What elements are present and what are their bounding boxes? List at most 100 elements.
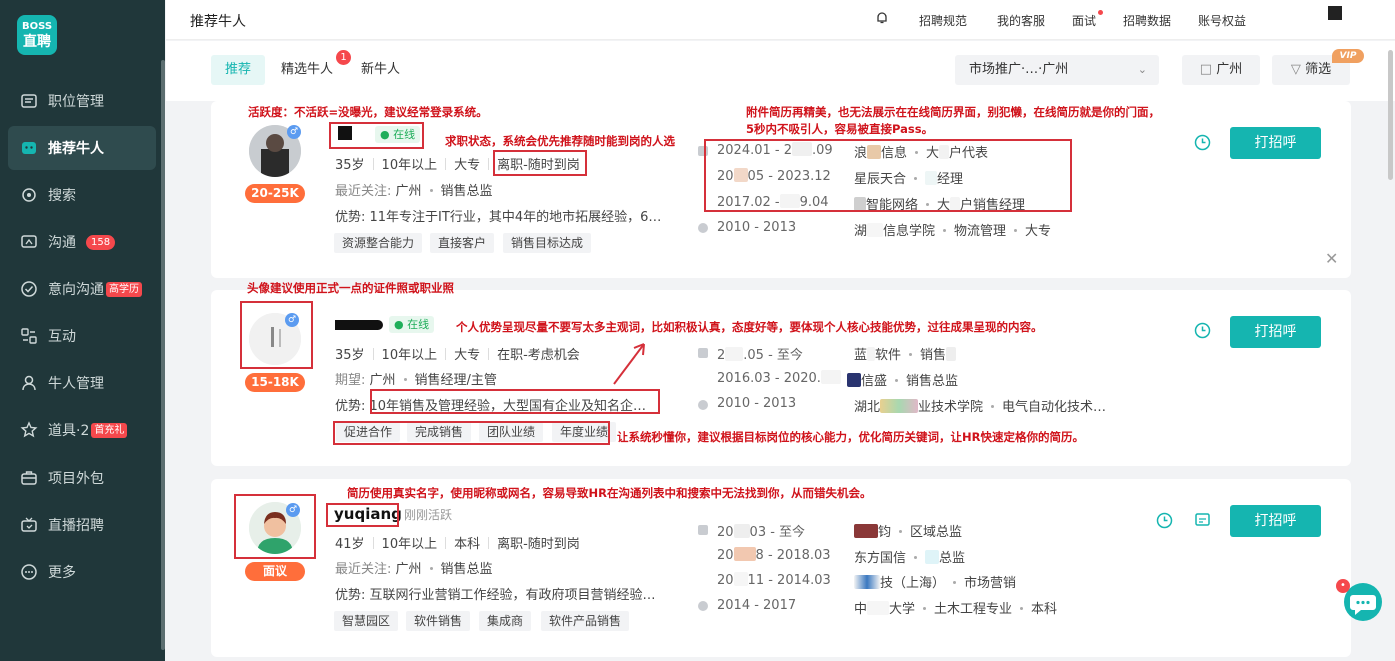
sidebar: BOSS 直聘 职位管理推荐牛人搜索 沟通 158 意向沟通 高学历 互动 牛人管理 道具·2… [0,0,165,661]
age: 35岁 [335,348,365,363]
work-years: 10年以上 [381,537,438,552]
sidebar-item-2[interactable]: 搜索 [8,173,156,217]
post-icon [20,92,38,110]
redacted [946,347,957,361]
salary-badge: 15-18K [245,373,305,392]
sidebar-item-3[interactable]: 沟通 158 [8,220,156,264]
annotation-box-state [493,150,587,176]
advantage: 优势: 互联网行业营销工作经验，有政府项目营销经验… [335,588,656,603]
sidebar-item-label: 推荐牛人 [48,141,104,157]
focus-info: 期望: 广州 销售经理/主管 [335,369,497,388]
city-button[interactable]: □ 广州 [1182,55,1260,85]
experience-row: 2016.03 - 2020. [717,370,841,386]
redacted [867,601,890,615]
boss-logo[interactable]: BOSS 直聘 [17,15,57,55]
clock-icon[interactable] [1156,512,1173,529]
tab-row: 推荐 精选牛人 1 新牛人 市场推广·…·广州 ⌄ □ 广州 ▽ 筛选 VIP [166,41,1395,101]
city-label: 广州 [1216,62,1243,77]
age: 41岁 [335,537,365,552]
sidebar-item-1[interactable]: 推荐牛人 [8,126,156,170]
skill-tag: 智慧园区 [334,611,399,631]
job-state: 离职-随时到岗 [497,537,580,552]
sidebar-item-6[interactable]: 牛人管理 [8,361,156,405]
account-avatar[interactable] [1328,6,1342,20]
focus-city: 广州 [395,184,422,199]
sidebar-item-label: 职位管理 [48,94,104,110]
candidate-name[interactable] [335,320,383,330]
greet-button[interactable]: 打招呼 [1230,127,1321,159]
job-select[interactable]: 市场推广·…·广州 ⌄ [955,55,1159,85]
sidebar-item-10[interactable]: 更多 [8,550,156,594]
skill-tag: 资源整合能力 [334,233,423,253]
sidebar-item-7[interactable]: 道具·2 首充礼 [8,408,156,452]
exp-role: 销售 [920,348,947,363]
exp-date-end: 8 - 2018.03 [755,548,831,563]
greet-button[interactable]: 打招呼 [1230,316,1321,348]
sidebar-scrollbar[interactable] [161,60,165,650]
exp-company-rest: 技（上海） [880,576,946,591]
briefcase-icon [698,525,708,535]
interview-notify-dot [1098,10,1103,15]
edu-school: 中 [854,602,868,617]
tab-selected-talent[interactable]: 精选牛人 [267,55,347,85]
filter-icon: ▽ [1290,62,1301,77]
link-my-service[interactable]: 我的客服 [997,12,1045,29]
link-recruit-rules[interactable]: 招聘规范 [919,12,967,29]
sidebar-item-8[interactable]: 项目外包 [8,456,156,500]
exp-date-end: .05 - 至今 [743,348,803,363]
interact-icon [20,327,38,345]
edu-school-rest: 大学 [889,602,916,617]
focus-job: 销售总监 [440,562,493,577]
education: 大专 [454,158,481,173]
clock-icon[interactable] [1194,322,1211,339]
link-interview[interactable]: 面试 [1072,12,1096,29]
salary-badge: 面议 [245,562,305,581]
top-bar: 推荐牛人 招聘规范 我的客服 面试 招聘数据 账号权益 [166,0,1395,40]
promo-tag: 首充礼 [91,422,128,438]
work-years: 10年以上 [381,348,438,363]
edu-degree: 本科 [1031,602,1058,617]
city-icon: □ [1199,62,1213,77]
education-icon [698,223,708,233]
advantage: 优势: 11年专注于IT行业，其中4年的地市拓展经验，6… [335,210,662,225]
exp-company: 东方国信 [854,551,907,566]
focus-label: 最近关注: [335,184,392,199]
vip-badge: VIP [1332,49,1364,63]
clock-icon[interactable] [1194,134,1211,151]
exp-company-rest: 软件 [875,348,902,363]
exp-company: 蓝 [854,348,868,363]
sidebar-item-0[interactable]: 职位管理 [8,79,156,123]
redacted [847,373,861,387]
tab-recommend[interactable]: 推荐 [211,55,266,85]
sidebar-item-label: 更多 [48,565,76,581]
close-icon[interactable]: ✕ [1325,249,1338,268]
active-status: 刚刚活跃 [404,508,453,522]
chat-float-button[interactable] [1344,583,1382,621]
annotation-box-name [326,503,399,527]
message-icon[interactable] [1194,512,1211,529]
greet-button[interactable]: 打招呼 [1230,505,1321,537]
exp-date-end: 11 - 2014.03 [747,573,831,588]
edu-major: 电气自动化技术… [1002,400,1107,415]
edu-date: 2010 - 2013 [717,220,797,235]
edu-school: 湖 [854,224,868,239]
annotation-text: 求职状态，系统会优先推荐随时能到岗的人选 [445,134,675,148]
link-account-rights[interactable]: 账号权益 [1198,12,1246,29]
male-icon: ♂ [287,125,301,139]
annotation-text: 让系统秒懂你，建议根据目标岗位的核心能力，优化简历关键词，让HR快速定格你的简历… [617,430,1084,444]
edu-degree: 大专 [1025,224,1052,239]
logo-line2: 直聘 [23,34,51,50]
sidebar-item-5[interactable]: 互动 [8,314,156,358]
sidebar-item-4[interactable]: 意向沟通 高学历 [8,267,156,311]
main-scrollbar[interactable] [1388,50,1393,180]
tab-new-talent[interactable]: 新牛人 [347,55,414,85]
bell-icon[interactable] [875,11,889,25]
education: 本科 [454,537,481,552]
app-window: BOSS 直聘 职位管理推荐牛人搜索 沟通 158 意向沟通 高学历 互动 牛人管理 道具·2… [0,0,1395,661]
basic-info: 41岁 10年以上 本科 离职-随时到岗 [335,533,580,552]
skill-tag: 软件销售 [406,611,471,631]
link-recruit-data[interactable]: 招聘数据 [1123,12,1171,29]
edu-major: 物流管理 [954,224,1007,239]
sidebar-item-9[interactable]: 直播招聘 [8,503,156,547]
experience-row: 2 .05 - 至今 [717,344,803,363]
